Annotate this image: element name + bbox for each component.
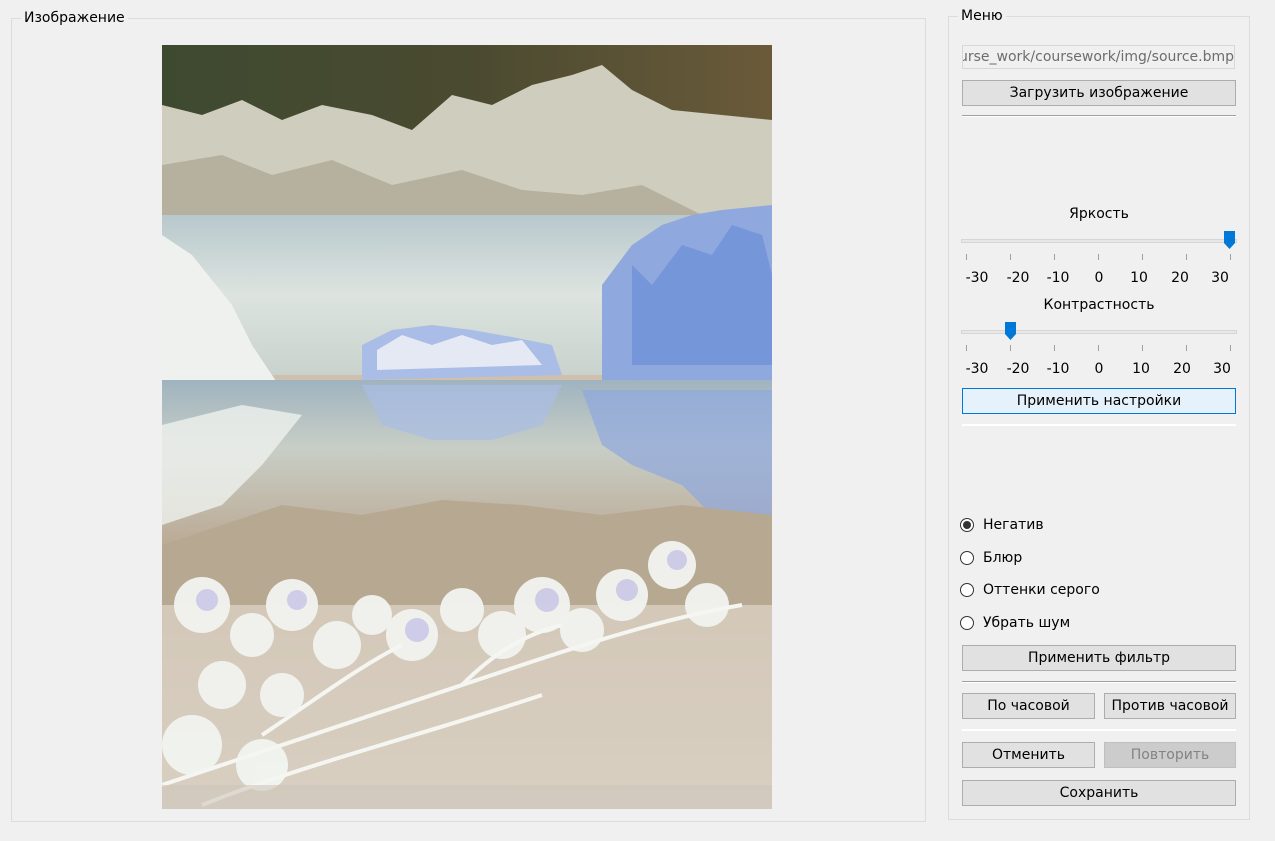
filter-blur-option[interactable]: Блюр [960, 548, 1022, 568]
tick-label: -30 [965, 361, 989, 377]
brightness-slider-thumb[interactable] [1224, 231, 1235, 249]
negative-landscape-image [162, 45, 772, 809]
separator-filters [962, 681, 1236, 683]
load-image-button[interactable]: Загрузить изображение [962, 80, 1236, 106]
image-preview [162, 45, 772, 809]
image-path-value: ourse_work/coursework/img/source.bmp [962, 49, 1234, 65]
tick-label: 20 [1173, 361, 1191, 377]
contrast-label: Контрастность [1043, 297, 1155, 313]
tick-label: -20 [1006, 270, 1030, 286]
image-group-title: Изображение [21, 10, 128, 26]
radio-blur[interactable] [960, 551, 974, 565]
tick-label: 20 [1171, 270, 1189, 286]
separator-rotate [962, 729, 1236, 731]
apply-settings-button[interactable]: Применить настройки [962, 388, 1236, 414]
filter-denoise-label: Убрать шум [983, 615, 1071, 631]
contrast-slider-thumb[interactable] [1005, 322, 1016, 340]
rotate-clockwise-button[interactable]: По часовой [962, 693, 1095, 719]
filter-grayscale-option[interactable]: Оттенки серого [960, 580, 1100, 600]
tick-label: 30 [1213, 361, 1231, 377]
menu-group-title: Меню [958, 8, 1006, 24]
separator-top [962, 115, 1236, 117]
separator-middle [962, 424, 1236, 426]
filter-grayscale-label: Оттенки серого [983, 582, 1100, 598]
tick-label: -10 [1046, 361, 1070, 377]
tick-label: -10 [1046, 270, 1070, 286]
brightness-label: Яркость [1069, 206, 1129, 222]
tick-label: 10 [1130, 270, 1148, 286]
radio-negative[interactable] [960, 518, 974, 532]
filter-denoise-option[interactable]: Убрать шум [960, 613, 1070, 633]
tick-label: 0 [1094, 361, 1104, 377]
save-button[interactable]: Сохранить [962, 780, 1236, 806]
filter-blur-label: Блюр [983, 550, 1023, 566]
brightness-slider[interactable] [961, 239, 1237, 243]
image-path-field[interactable]: ourse_work/coursework/img/source.bmp [962, 45, 1235, 69]
radio-grayscale[interactable] [960, 583, 974, 597]
tick-label: 0 [1094, 270, 1104, 286]
radio-denoise[interactable] [960, 616, 974, 630]
filter-negative-label: Негатив [983, 517, 1044, 533]
tick-label: -20 [1006, 361, 1030, 377]
filter-negative-option[interactable]: Негатив [960, 515, 1044, 535]
undo-button[interactable]: Отменить [962, 742, 1095, 768]
rotate-counterclockwise-button[interactable]: Против часовой [1104, 693, 1236, 719]
tick-label: 10 [1132, 361, 1150, 377]
tick-label: 30 [1211, 270, 1229, 286]
redo-button: Повторить [1104, 742, 1236, 768]
tick-label: -30 [965, 270, 989, 286]
apply-filter-button[interactable]: Применить фильтр [962, 645, 1236, 671]
contrast-slider[interactable] [961, 330, 1237, 334]
